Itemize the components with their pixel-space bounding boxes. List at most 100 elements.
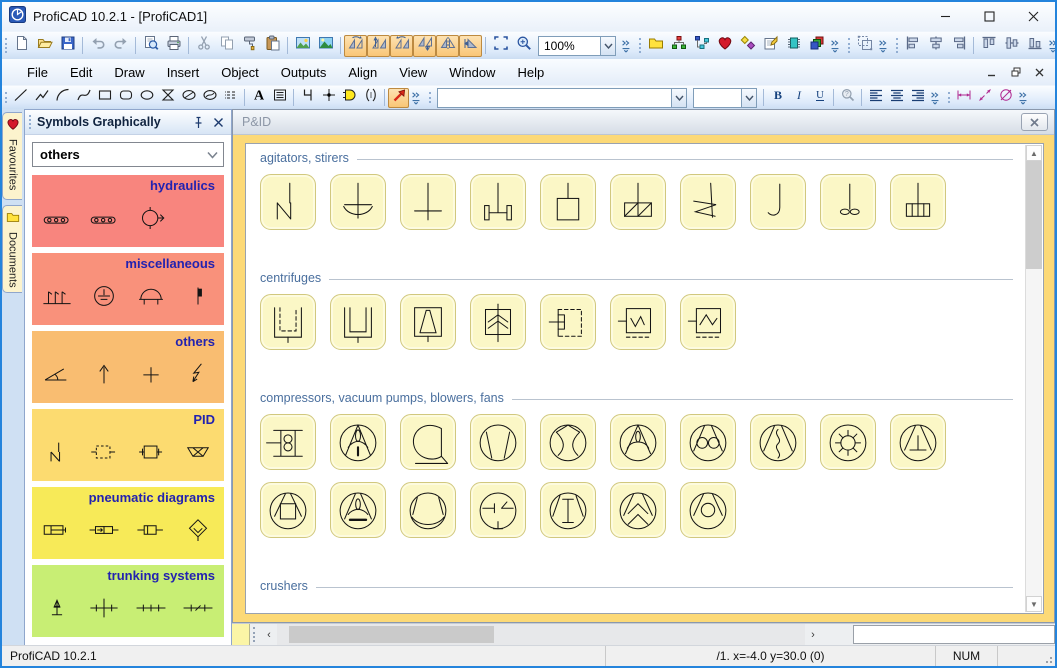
rounded-rectangle-button[interactable] xyxy=(115,88,136,108)
dimension-diameter-button[interactable] xyxy=(995,88,1016,108)
flip-down-button[interactable] xyxy=(413,34,436,57)
chevron-down-icon[interactable] xyxy=(600,36,615,55)
connection-point-button[interactable] xyxy=(318,88,339,108)
chevron-down-icon[interactable] xyxy=(671,88,686,107)
undo-button[interactable] xyxy=(86,35,109,57)
trk-pole-symbol[interactable] xyxy=(40,595,74,626)
close-panel-icon[interactable] xyxy=(209,113,227,131)
misc-posts-symbol[interactable] xyxy=(40,283,74,314)
centrifuge-dashed-basket-symbol[interactable] xyxy=(260,294,316,350)
document-canvas[interactable]: agitators, stirers centrifuges compressors… xyxy=(245,143,1044,614)
crossed-ellipse-button[interactable] xyxy=(178,88,199,108)
compressor-nozzles-symbol[interactable] xyxy=(470,482,526,538)
and-gate-button[interactable] xyxy=(339,88,360,108)
select-arrow-button[interactable] xyxy=(388,87,409,108)
menu-help[interactable]: Help xyxy=(506,61,555,84)
centrifuge-cone-symbol[interactable] xyxy=(400,294,456,350)
compressor-three-blade-symbol[interactable] xyxy=(610,414,666,470)
hydraulic-track-symbol[interactable] xyxy=(40,205,74,236)
symbols-tree-blue-button[interactable] xyxy=(690,35,713,57)
align-left-button[interactable] xyxy=(901,35,924,57)
oth-cross-symbol[interactable] xyxy=(134,361,168,392)
pid-trapezoid-symbol[interactable] xyxy=(181,439,215,470)
pne-cylinder-symbol[interactable] xyxy=(40,517,74,548)
toolbar-overflow-chevron[interactable] xyxy=(928,86,942,109)
mdi-restore-button[interactable] xyxy=(1005,64,1026,81)
hydraulic-pump-symbol[interactable] xyxy=(134,205,168,236)
zoom-combo[interactable]: 100% xyxy=(538,35,616,56)
toolbar-overflow-chevron[interactable] xyxy=(409,86,423,109)
agitator-anchor-symbol[interactable] xyxy=(330,174,386,230)
scroll-down-button[interactable]: ▼ xyxy=(1026,596,1042,612)
agitator-crossbar-symbol[interactable] xyxy=(400,174,456,230)
agitator-paddle-symbol[interactable] xyxy=(470,174,526,230)
dock-tab-favourites[interactable]: Favourites xyxy=(2,112,22,200)
chevron-down-icon[interactable] xyxy=(741,88,756,107)
menu-window[interactable]: Window xyxy=(438,61,506,84)
toolbar-overflow-chevron[interactable] xyxy=(1016,86,1030,109)
maximize-button[interactable] xyxy=(967,2,1011,31)
close-button[interactable] xyxy=(1011,2,1055,31)
compressor-propeller-bar-symbol[interactable] xyxy=(330,482,386,538)
centrifuge-chevrons-symbol[interactable] xyxy=(470,294,526,350)
connector-brace-button[interactable] xyxy=(360,88,381,108)
dock-tab-documents[interactable]: Documents xyxy=(2,205,22,293)
rotate-right-button[interactable] xyxy=(390,34,413,57)
pid-box-ports-symbol[interactable] xyxy=(134,439,168,470)
print-preview-button[interactable] xyxy=(139,35,162,57)
centrifuge-basket-symbol[interactable] xyxy=(330,294,386,350)
paste-button[interactable] xyxy=(261,35,284,57)
misc-flag-symbol[interactable] xyxy=(181,283,215,314)
favourites-heart-button[interactable] xyxy=(713,35,736,57)
gate-outline-button[interactable] xyxy=(297,88,318,108)
trk-segments-slash-symbol[interactable] xyxy=(181,595,215,626)
flip-vertical-button[interactable] xyxy=(367,34,390,57)
vertical-scroll-track[interactable] xyxy=(1026,269,1042,596)
centrifuge-zigzag-dashed-symbol[interactable] xyxy=(680,294,736,350)
fan-propeller-symbol[interactable] xyxy=(330,414,386,470)
ellipse-button[interactable] xyxy=(136,88,157,108)
toolbar-overflow-chevron[interactable] xyxy=(619,32,633,59)
font-family-combo[interactable] xyxy=(437,87,687,108)
align-right-button[interactable] xyxy=(947,35,970,57)
open-folder-button[interactable] xyxy=(33,35,56,57)
pid-dashed-box-symbol[interactable] xyxy=(87,439,121,470)
mdi-minimize-button[interactable] xyxy=(981,64,1002,81)
zoom-in-button[interactable] xyxy=(512,35,535,57)
centrifuge-side-inlet-symbol[interactable] xyxy=(540,294,596,350)
dimension-angled-button[interactable] xyxy=(974,88,995,108)
misc-earth-symbol[interactable] xyxy=(87,283,121,314)
bezier-curve-button[interactable] xyxy=(73,88,94,108)
toolbar-overflow-chevron[interactable] xyxy=(876,32,890,59)
agitator-zigzag-symbol[interactable] xyxy=(680,174,736,230)
polyline-button[interactable] xyxy=(31,88,52,108)
vertical-scroll-thumb[interactable] xyxy=(1026,161,1042,269)
compressor-i-beam-symbol[interactable] xyxy=(540,482,596,538)
minimize-button[interactable] xyxy=(923,2,967,31)
roots-blower-symbol[interactable] xyxy=(680,414,736,470)
layers-button[interactable] xyxy=(805,35,828,57)
menu-edit[interactable]: Edit xyxy=(59,61,103,84)
menu-file[interactable]: File xyxy=(16,61,59,84)
save-button[interactable] xyxy=(56,35,79,57)
agitator-blade-symbol[interactable] xyxy=(260,174,316,230)
rectangle-button[interactable] xyxy=(94,88,115,108)
italic-button[interactable]: I xyxy=(788,88,809,108)
agitator-divided-box-symbol[interactable] xyxy=(890,174,946,230)
compressor-ring-symbol[interactable] xyxy=(680,482,736,538)
dimension-horizontal-button[interactable] xyxy=(953,88,974,108)
horizontal-scrollbar[interactable] xyxy=(277,624,805,645)
menu-align[interactable]: Align xyxy=(337,61,388,84)
menu-view[interactable]: View xyxy=(388,61,438,84)
integrated-circuit-button[interactable] xyxy=(782,35,805,57)
mirror-horizontal-button[interactable] xyxy=(436,34,459,57)
print-button[interactable] xyxy=(162,35,185,57)
resize-grip[interactable] xyxy=(1041,646,1055,666)
fan-figure-eight-symbol[interactable] xyxy=(260,414,316,470)
menu-object[interactable]: Object xyxy=(210,61,270,84)
compressor-sun-rotor-symbol[interactable] xyxy=(820,414,876,470)
copy-button[interactable] xyxy=(215,35,238,57)
compressor-dome-symbol[interactable] xyxy=(400,482,456,538)
fan-volute-symbol[interactable] xyxy=(400,414,456,470)
agitator-hook-symbol[interactable] xyxy=(750,174,806,230)
